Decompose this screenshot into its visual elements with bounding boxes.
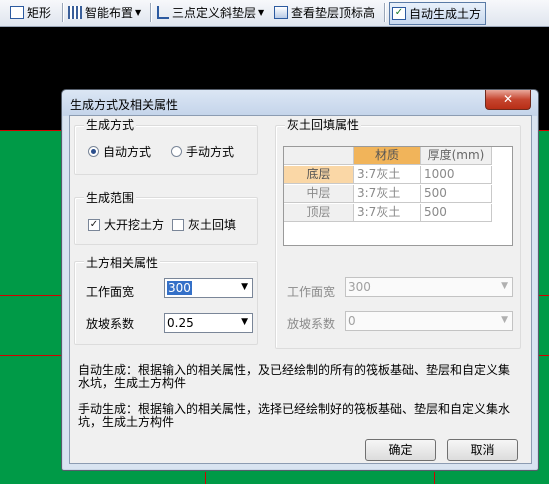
work-width-label: 工作面宽 [86,285,135,299]
rect-tool-button[interactable]: 矩形 [10,2,51,23]
table-cell-material[interactable]: 3:7灰土 [354,166,421,184]
earthwork-dialog: 生成方式及相关属性 ✕ 生成方式 自动方式 手动方式 生成范围 ✓ 大开挖土方 … [61,89,539,471]
dropdown-arrow-icon[interactable]: ▼ [501,281,508,291]
dialog-body: 生成方式 自动方式 手动方式 生成范围 ✓ 大开挖土方 灰土回填 土方相关属性 … [69,115,532,464]
dropdown-arrow-icon[interactable]: ▼ [135,8,141,17]
three-point-slope-label: 三点定义斜垫层 [172,6,257,20]
slope-label: 放坡系数 [86,317,135,331]
dialog-titlebar[interactable]: 生成方式及相关属性 ✕ [62,90,538,116]
manual-mode-label: 手动方式 [186,145,235,159]
backfill-work-width-label: 工作面宽 [287,285,336,299]
slope-combo[interactable]: 0.25 ▼ [164,313,253,333]
excavation-checkbox[interactable]: ✓ 大开挖土方 [88,216,164,233]
rect-tool-label: 矩形 [27,6,52,20]
axis-line [434,472,435,484]
backfill-checkbox[interactable]: 灰土回填 [172,216,236,233]
three-point-slope-button[interactable]: 三点定义斜垫层 ▼ [157,2,264,23]
table-row-header: 底层 [284,166,354,184]
dropdown-arrow-icon[interactable]: ▼ [241,282,248,292]
auto-earthwork-button[interactable]: ✓ 自动生成土方 [389,2,487,25]
work-width-combo[interactable]: 300 ▼ [164,278,253,298]
table-header-material: 材质 [354,147,421,165]
view-top-elevation-button[interactable]: 查看垫层顶标高 [274,2,375,23]
mode-group-label: 生成方式 [84,116,137,133]
view-elevation-icon [274,6,288,19]
table-cell-material[interactable]: 3:7灰土 [354,204,421,222]
auto-earthwork-label: 自动生成土方 [409,7,482,21]
toolbar-separator [62,3,64,22]
backfill-label: 灰土回填 [188,218,237,232]
ok-button[interactable]: 确定 [365,439,436,461]
backfill-slope-label: 放坡系数 [287,317,336,331]
dropdown-arrow-icon[interactable]: ▼ [501,315,508,325]
smart-layout-label: 智能布置 [85,6,134,20]
dialog-title: 生成方式及相关属性 [70,98,179,112]
work-width-text: 300 [167,281,192,295]
view-top-elevation-label: 查看垫层顶标高 [291,6,376,20]
auto-mode-description: 自动生成：根据输入的相关属性，及已经绘制的所有的筏板基础、垫层和自定义集水坑，生… [78,363,511,390]
smart-layout-button[interactable]: 智能布置 ▼ [68,2,141,23]
close-button[interactable]: ✕ [485,90,531,110]
checkbox-empty-icon [172,218,184,231]
backfill-slope-value: 0 [348,314,356,328]
table-header-thickness: 厚度(mm) [421,147,492,165]
auto-mode-label: 自动方式 [103,145,152,159]
rectangle-icon [10,6,24,19]
backfill-work-width-combo[interactable]: 300 ▼ [345,277,513,297]
cancel-button[interactable]: 取消 [447,439,518,461]
manual-mode-radio[interactable]: 手动方式 [171,143,234,160]
toolbar: 矩形 智能布置 ▼ 三点定义斜垫层 ▼ 查看垫层顶标高 ✓ 自动生成土方 [0,0,549,27]
earth-props-label: 土方相关属性 [84,254,161,271]
range-group-label: 生成范围 [84,189,137,206]
close-icon: ✕ [502,92,514,106]
radio-unselected-icon [171,146,182,157]
table-row-header: 顶层 [284,204,354,222]
table-row-header: 中层 [284,185,354,203]
toolbar-separator [150,3,152,22]
grid-icon [68,6,82,19]
table-cell-thickness[interactable]: 500 [421,185,492,203]
checkmark-icon: ✓ [88,218,100,231]
dropdown-arrow-icon[interactable]: ▼ [241,317,248,327]
table-cell-material[interactable]: 3:7灰土 [354,185,421,203]
toolbar-separator [384,3,386,22]
slope-line-icon [157,6,169,19]
table-cell-thickness[interactable]: 1000 [421,166,492,184]
slope-value: 0.25 [167,316,194,330]
axis-line [205,472,206,484]
backfill-props-label: 灰土回填属性 [285,116,362,133]
work-width-value: 300 [167,281,192,295]
auto-mode-radio[interactable]: 自动方式 [88,143,151,160]
table-corner [284,147,354,165]
dropdown-arrow-icon[interactable]: ▼ [258,8,264,17]
backfill-slope-combo[interactable]: 0 ▼ [345,311,513,331]
manual-mode-description: 手动生成：根据输入的相关属性，选择已经绘制好的筏板基础、垫层和自定义集水坑，生成… [78,402,511,429]
auto-earthwork-icon: ✓ [392,7,406,20]
radio-selected-icon [88,146,99,157]
excavation-label: 大开挖土方 [104,218,165,232]
backfill-table: 材质 厚度(mm) 底层 3:7灰土 1000 中层 3:7灰土 500 顶层 … [283,146,513,246]
backfill-work-width-value: 300 [348,280,371,294]
table-cell-thickness[interactable]: 500 [421,204,492,222]
